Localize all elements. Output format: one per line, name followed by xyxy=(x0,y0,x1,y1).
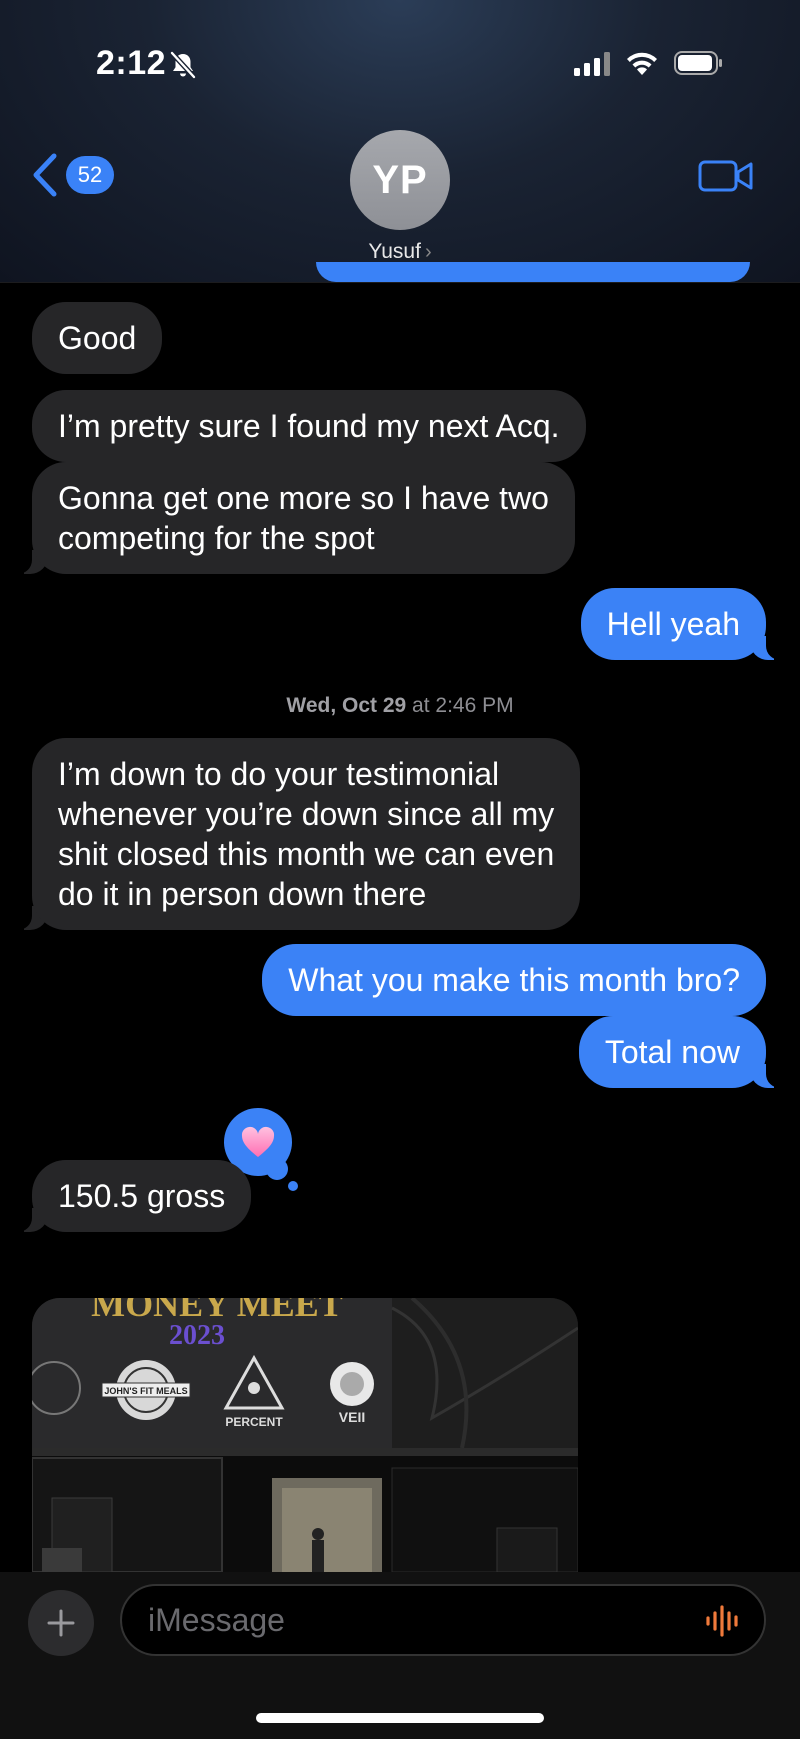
message-text: Total now xyxy=(604,1034,740,1070)
unread-count-badge: 52 xyxy=(66,156,114,194)
message-outgoing[interactable]: Hell yeah xyxy=(580,588,781,660)
message-outgoing[interactable]: What you make this month bro? xyxy=(262,944,766,1016)
signal-icon xyxy=(574,52,610,76)
timestamp: Wed, Oct 29 at 2:46 PM xyxy=(0,694,800,718)
contact-avatar[interactable]: YP xyxy=(350,130,450,230)
message-line: competing for the spot xyxy=(58,520,375,556)
home-indicator[interactable] xyxy=(256,1713,544,1723)
message-outgoing[interactable]: Total now xyxy=(578,1016,781,1088)
banner-year: 2023 xyxy=(169,1320,225,1351)
logo-text: VEII xyxy=(339,1409,365,1425)
message-line: I’m down to do your testimonial xyxy=(58,756,500,792)
message-text: 150.5 gross xyxy=(58,1178,226,1214)
message-line: whenever you’re down since all my xyxy=(58,796,555,832)
message-text: What you make this month bro? xyxy=(288,962,740,998)
message-incoming[interactable]: Good xyxy=(32,302,163,374)
wifi-icon xyxy=(627,52,657,75)
message-incoming[interactable]: I’m pretty sure I found my next Acq. xyxy=(32,390,586,462)
message-input[interactable]: iMessage xyxy=(120,1584,766,1656)
previous-outgoing-bubble xyxy=(316,262,750,282)
timestamp-at: at xyxy=(406,694,436,717)
heart-icon xyxy=(241,1126,275,1157)
timestamp-time: 2:46 PM xyxy=(435,694,514,717)
timestamp-day: Wed, Oct 29 xyxy=(286,694,407,717)
message-incoming[interactable]: I’m down to do your testimonial whenever… xyxy=(17,738,581,930)
message-line: shit closed this month we can even xyxy=(58,836,555,872)
back-chevron-icon xyxy=(33,153,57,197)
reaction-tail xyxy=(266,1158,288,1180)
audio-wave-icon[interactable] xyxy=(704,1604,742,1638)
battery-icon xyxy=(674,51,722,75)
logo-text: PERCENT xyxy=(225,1415,283,1429)
message-line: Gonna get one more so I have two xyxy=(58,480,549,516)
message-incoming[interactable]: 150.5 gross xyxy=(17,1160,252,1232)
back-button[interactable]: 52 xyxy=(30,152,114,198)
logo-text: JOHN'S FIT MEALS xyxy=(104,1386,187,1396)
chevron-right-icon: › xyxy=(424,241,432,263)
message-input-placeholder: iMessage xyxy=(148,1602,285,1638)
bell-slash-icon xyxy=(170,51,196,79)
apps-plus-button[interactable] xyxy=(28,1590,94,1656)
message-line: do it in person down there xyxy=(58,876,427,912)
status-time: 2:12 xyxy=(96,44,167,82)
contact-name[interactable]: Yusuf › xyxy=(0,240,800,264)
message-incoming[interactable]: Gonna get one more so I have two competi… xyxy=(18,462,575,574)
message-text: Hell yeah xyxy=(606,606,740,642)
contact-name-label: Yusuf xyxy=(368,240,421,263)
photo-attachment[interactable]: MONEY MEET 2023 JOHN'S FIT MEALS PERCENT… xyxy=(32,1298,578,1572)
plus-icon xyxy=(47,1609,75,1637)
video-camera-icon[interactable] xyxy=(698,158,754,194)
message-text: I’m pretty sure I found my next Acq. xyxy=(58,408,560,444)
reaction-tail-small xyxy=(288,1181,298,1191)
message-text: Good xyxy=(58,320,137,356)
conversation-header: 2:12 52 YP Yusuf › xyxy=(0,0,800,283)
event-photo: MONEY MEET 2023 JOHN'S FIT MEALS PERCENT… xyxy=(32,1298,578,1572)
